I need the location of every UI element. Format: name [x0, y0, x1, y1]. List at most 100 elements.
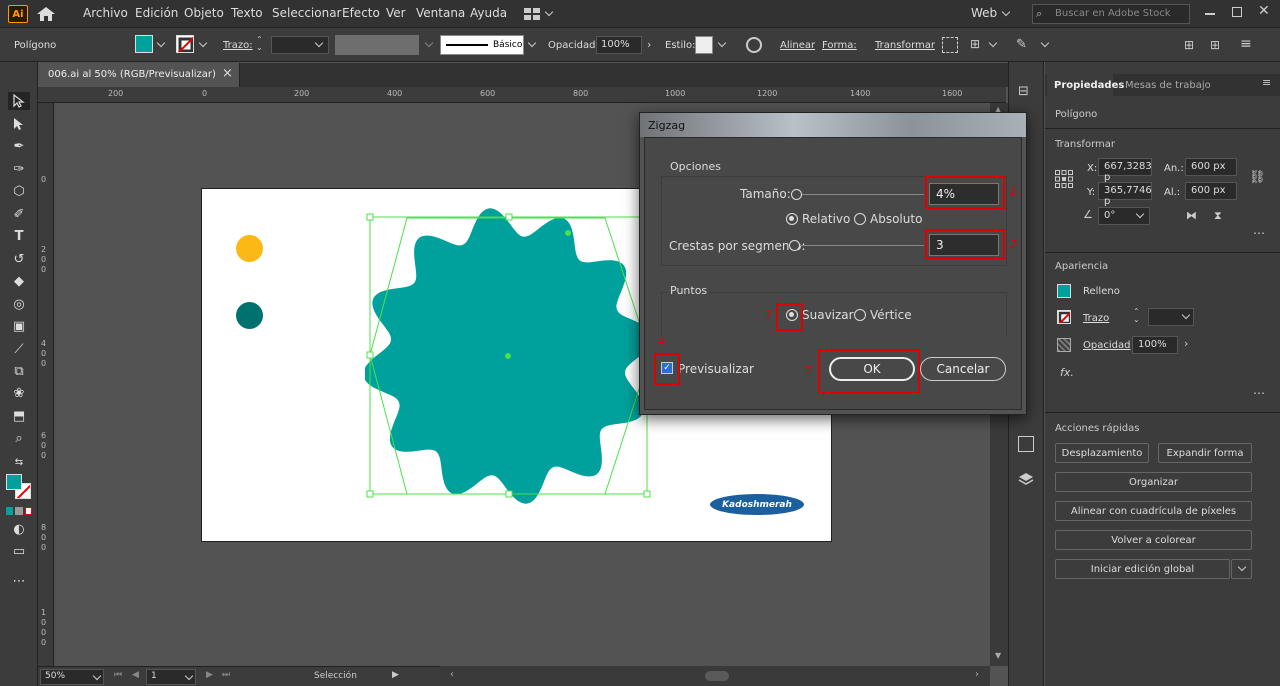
- first-artboard-icon[interactable]: ⏮: [114, 670, 122, 680]
- puppet-warp-icon[interactable]: ✎: [1016, 37, 1027, 52]
- swap-fill-stroke-icon[interactable]: ⇆: [9, 453, 29, 471]
- panel-menu-icon[interactable]: ≡: [1262, 76, 1271, 89]
- menu-efecto[interactable]: Efecto: [342, 6, 380, 20]
- menu-objeto[interactable]: Objeto: [184, 6, 224, 20]
- height-field[interactable]: 600 px: [1185, 182, 1237, 200]
- libraries-icon[interactable]: ⊟: [1018, 84, 1034, 100]
- scroll-thumb[interactable]: [705, 671, 729, 681]
- menu-archivo[interactable]: Archivo: [83, 6, 128, 20]
- width-field[interactable]: 600 px: [1185, 158, 1237, 176]
- opacity-field[interactable]: 100%: [596, 36, 642, 54]
- scroll-right-icon[interactable]: ›: [975, 669, 979, 680]
- more-options-icon[interactable]: ⋯: [1253, 226, 1265, 240]
- dialog-title-bar[interactable]: Zigzag: [640, 113, 1026, 137]
- brush-tool-icon[interactable]: ✐: [9, 205, 29, 223]
- ridges-slider-knob[interactable]: [789, 240, 800, 251]
- scroll-left-icon[interactable]: ‹: [450, 669, 454, 680]
- stroke-stepper[interactable]: ⌃ ⌄: [1133, 308, 1145, 326]
- export-icon[interactable]: [1018, 436, 1034, 452]
- eraser-tool-icon[interactable]: ◆: [9, 272, 29, 290]
- horizontal-scrollbar[interactable]: ‹ ›: [440, 666, 990, 686]
- graphic-style-swatch[interactable]: [695, 36, 713, 54]
- opacity-label-panel[interactable]: Opacidad: [1083, 340, 1130, 351]
- more-tools-icon[interactable]: ⋯: [9, 572, 29, 590]
- rotate-tool-icon[interactable]: ↺: [9, 250, 29, 268]
- arrange-button[interactable]: Organizar: [1055, 472, 1252, 492]
- chevron-down-icon[interactable]: [717, 38, 727, 48]
- ridges-slider-track[interactable]: [796, 245, 924, 246]
- menu-texto[interactable]: Texto: [231, 6, 263, 20]
- yellow-circle[interactable]: [236, 235, 263, 262]
- y-field[interactable]: 365,7746 p: [1098, 182, 1152, 207]
- curvature-tool-icon[interactable]: ✑: [9, 160, 29, 178]
- opacity-panel-field[interactable]: 100%: [1132, 336, 1178, 354]
- chevron-right-icon[interactable]: ›: [1184, 337, 1188, 350]
- menu-ventana[interactable]: Ventana: [416, 6, 465, 20]
- recolor-icon[interactable]: [746, 37, 762, 53]
- menu-ver[interactable]: Ver: [386, 6, 406, 20]
- chevron-down-icon[interactable]: [1001, 7, 1011, 17]
- absolute-radio[interactable]: [854, 213, 866, 225]
- chevron-down-icon[interactable]: [1040, 38, 1050, 48]
- panel-grid-icon[interactable]: ⊞: [1210, 38, 1220, 52]
- prev-artboard-icon[interactable]: ◀: [132, 670, 139, 680]
- screen-mode-icon[interactable]: ▭: [9, 542, 29, 560]
- eyedropper-tool-icon[interactable]: ⟋: [9, 340, 29, 358]
- minimize-button[interactable]: [1205, 13, 1215, 15]
- panel-layout-icon[interactable]: ⊞: [1184, 38, 1194, 52]
- home-icon[interactable]: [36, 6, 56, 22]
- stroke-swatch[interactable]: [176, 35, 194, 53]
- align-pixel-grid-button[interactable]: Alinear con cuadrícula de píxeles: [1055, 501, 1252, 521]
- zigzag-polygon[interactable]: [363, 198, 655, 508]
- chevron-right-icon[interactable]: ›: [647, 38, 651, 51]
- close-tab-icon[interactable]: ×: [222, 66, 233, 81]
- x-field[interactable]: 667,3283 p: [1098, 158, 1152, 183]
- symbol-sprayer-icon[interactable]: ❀: [9, 384, 29, 402]
- zoom-tool-icon[interactable]: ⌕: [9, 429, 29, 447]
- direct-selection-tool[interactable]: [9, 115, 29, 133]
- fx-button[interactable]: fx.: [1060, 366, 1074, 379]
- brand-badge[interactable]: Kadoshmerah: [710, 494, 804, 515]
- cancel-button[interactable]: Cancelar: [920, 357, 1006, 381]
- brush-definition[interactable]: Básico: [440, 35, 524, 55]
- color-mode-buttons[interactable]: [6, 507, 32, 515]
- chevron-down-icon[interactable]: [544, 7, 554, 17]
- shape-button[interactable]: Forma:: [822, 40, 857, 51]
- layers-icon[interactable]: [1018, 472, 1034, 488]
- flip-vertical-icon[interactable]: ⧗: [1214, 209, 1222, 223]
- stroke-swatch-panel[interactable]: [1057, 310, 1071, 324]
- menu-seleccionar[interactable]: Seleccionar: [272, 6, 341, 20]
- expand-shape-button[interactable]: Expandir forma: [1158, 443, 1252, 463]
- status-menu-icon[interactable]: ▶: [392, 670, 399, 680]
- warp-tool-icon[interactable]: ◎: [9, 295, 29, 313]
- size-slider-knob[interactable]: [791, 189, 802, 200]
- stock-search-input[interactable]: ⌕ Buscar en Adobe Stock: [1032, 4, 1190, 24]
- menu-lines-icon[interactable]: ≡: [1240, 36, 1252, 52]
- selection-tool[interactable]: [8, 92, 30, 110]
- flip-horizontal-icon[interactable]: ⧓: [1186, 209, 1197, 222]
- align-options-icon[interactable]: ⊞: [970, 37, 986, 53]
- menu-ayuda[interactable]: Ayuda: [470, 6, 507, 20]
- chevron-down-icon[interactable]: [156, 38, 166, 48]
- chevron-down-icon[interactable]: [198, 38, 208, 48]
- isolate-icon[interactable]: [942, 37, 958, 53]
- pen-tool-icon[interactable]: ✒: [9, 137, 29, 155]
- chevron-down-icon[interactable]: [424, 38, 434, 48]
- reference-point-icon[interactable]: [1055, 170, 1073, 188]
- next-artboard-icon[interactable]: ▶: [206, 670, 213, 680]
- offset-path-button[interactable]: Desplazamiento: [1055, 443, 1149, 463]
- dark-teal-circle[interactable]: [236, 302, 263, 329]
- workspace-switcher[interactable]: Web: [971, 6, 997, 20]
- menu-edicion[interactable]: Edición: [135, 6, 178, 20]
- maximize-button[interactable]: [1232, 7, 1242, 17]
- chevron-down-icon[interactable]: [988, 38, 998, 48]
- fill-swatch[interactable]: [135, 35, 153, 53]
- global-edit-options-button[interactable]: [1231, 559, 1252, 579]
- corner-radio[interactable]: [854, 309, 866, 321]
- stroke-label[interactable]: Trazo:: [223, 40, 253, 51]
- artboard-tool-icon[interactable]: ⬒: [9, 407, 29, 425]
- fill-color-indicator[interactable]: [6, 474, 22, 490]
- chevron-down-icon[interactable]: [527, 38, 537, 48]
- polygon-tool-icon[interactable]: ⬡: [9, 182, 29, 200]
- document-tab[interactable]: 006.ai al 50% (RGB/Previsualizar) ×: [40, 63, 240, 87]
